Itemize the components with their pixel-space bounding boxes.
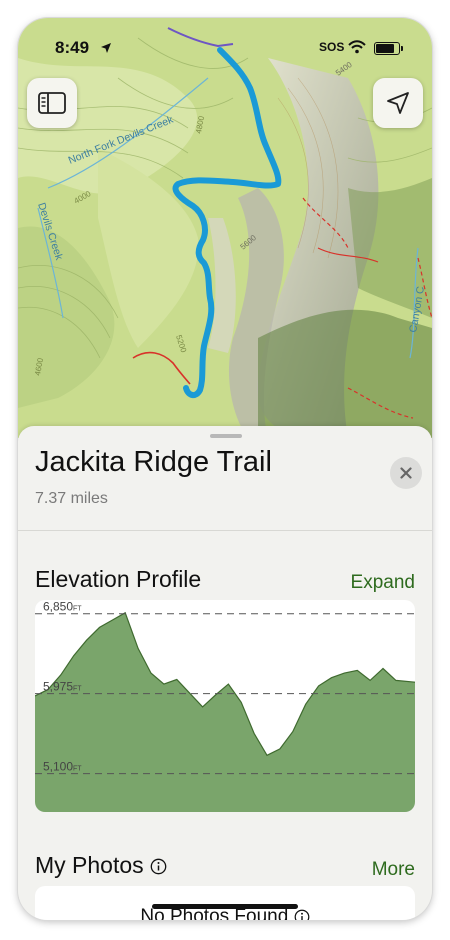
locate-me-button[interactable] <box>373 78 423 128</box>
expand-link[interactable]: Expand <box>351 572 415 594</box>
topo-map[interactable]: North Fork Devils Creek Devils Creek Can… <box>18 18 432 438</box>
status-time: 8:49 <box>55 38 90 57</box>
elevation-chart[interactable]: 6,850FT 5,975FT 5,100FT <box>35 600 415 812</box>
location-arrow-icon <box>387 92 409 114</box>
my-photos-label: My Photos <box>35 852 144 878</box>
trail-detail-sheet[interactable]: Jackita Ridge Trail 7.37 miles Elevation… <box>18 426 432 920</box>
close-button[interactable] <box>390 457 422 489</box>
location-arrow-icon <box>100 41 112 59</box>
sheet-grabber[interactable] <box>210 434 242 438</box>
sidebar-toggle-button[interactable] <box>27 78 77 128</box>
info-icon[interactable] <box>150 858 167 875</box>
status-bar: 8:49 SOS <box>18 38 432 60</box>
wifi-icon <box>348 40 366 59</box>
trail-distance: 7.37 miles <box>35 490 108 507</box>
home-indicator[interactable] <box>152 904 298 909</box>
elevation-tick-label: 6,850FT <box>43 600 82 614</box>
elevation-area <box>35 612 415 812</box>
battery-icon <box>374 42 403 55</box>
more-photos-link[interactable]: More <box>372 859 415 881</box>
close-icon <box>400 467 412 479</box>
elevation-profile-heading: Elevation Profile <box>35 566 202 592</box>
phone-screen: North Fork Devils Creek Devils Creek Can… <box>18 18 432 920</box>
sidebar-toggle-icon <box>38 92 66 114</box>
trail-title: Jackita Ridge Trail <box>35 446 272 478</box>
map-canvas[interactable]: North Fork Devils Creek Devils Creek Can… <box>18 18 432 438</box>
photos-card: No Photos Found <box>35 886 415 920</box>
my-photos-heading: My Photos <box>35 852 167 879</box>
info-icon[interactable] <box>294 909 310 920</box>
elevation-tick-unit: FT <box>73 766 82 773</box>
elevation-tick-unit: FT <box>73 686 82 693</box>
divider <box>18 530 432 531</box>
elevation-chart-svg: 6,850FT5,975FT5,100FT <box>35 600 415 812</box>
elevation-tick-unit: FT <box>73 606 82 613</box>
sos-indicator: SOS <box>319 40 345 54</box>
